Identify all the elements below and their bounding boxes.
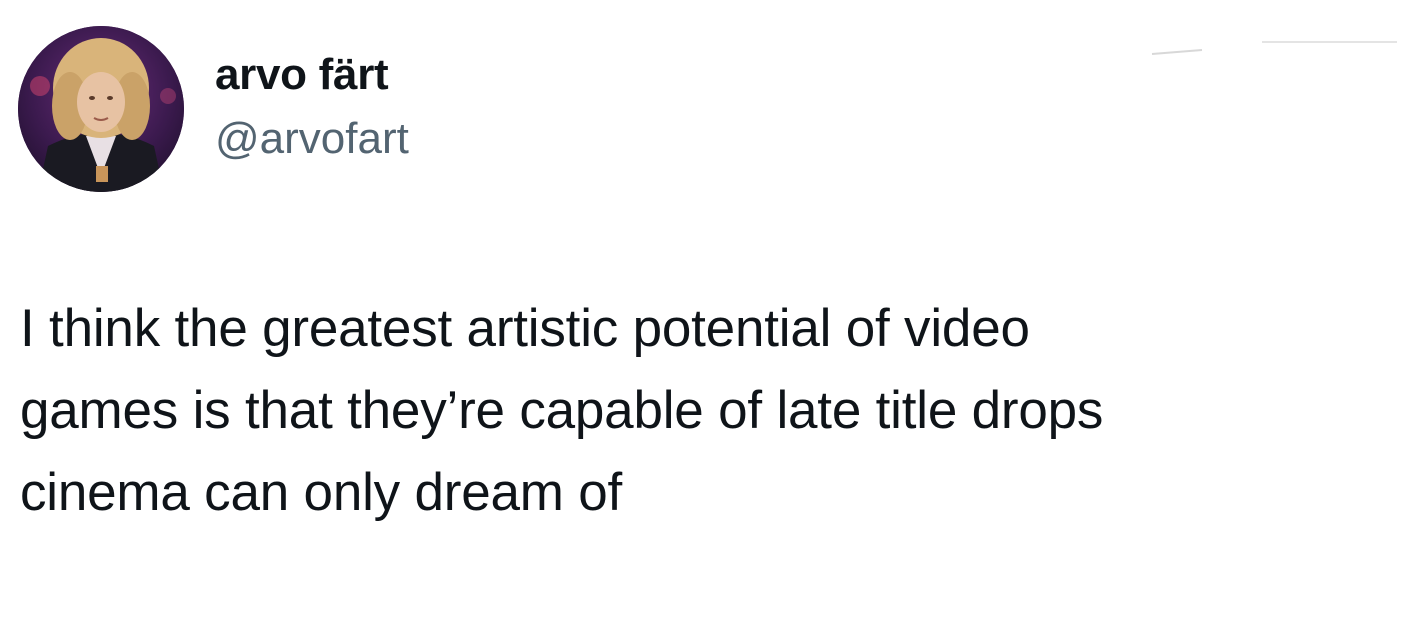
tweet-text-line: games is that they’re capable of late ti… bbox=[20, 381, 1104, 440]
tweet-card: arvo färt @arvofart I think the greatest… bbox=[0, 0, 1422, 630]
tweet-text-line: I think the greatest artistic potential … bbox=[20, 299, 1030, 358]
author-block: arvo färt @arvofart bbox=[215, 48, 409, 166]
tweet-text: I think the greatest artistic potential … bbox=[20, 288, 1400, 534]
faint-line-icon bbox=[1151, 41, 1397, 55]
avatar[interactable] bbox=[18, 26, 184, 192]
display-name[interactable]: arvo färt bbox=[215, 48, 409, 102]
header-decoration bbox=[1142, 34, 1402, 69]
tweet-text-line: cinema can only dream of bbox=[20, 463, 623, 522]
user-handle[interactable]: @arvofart bbox=[215, 112, 409, 166]
profile-photo-icon bbox=[18, 26, 184, 192]
